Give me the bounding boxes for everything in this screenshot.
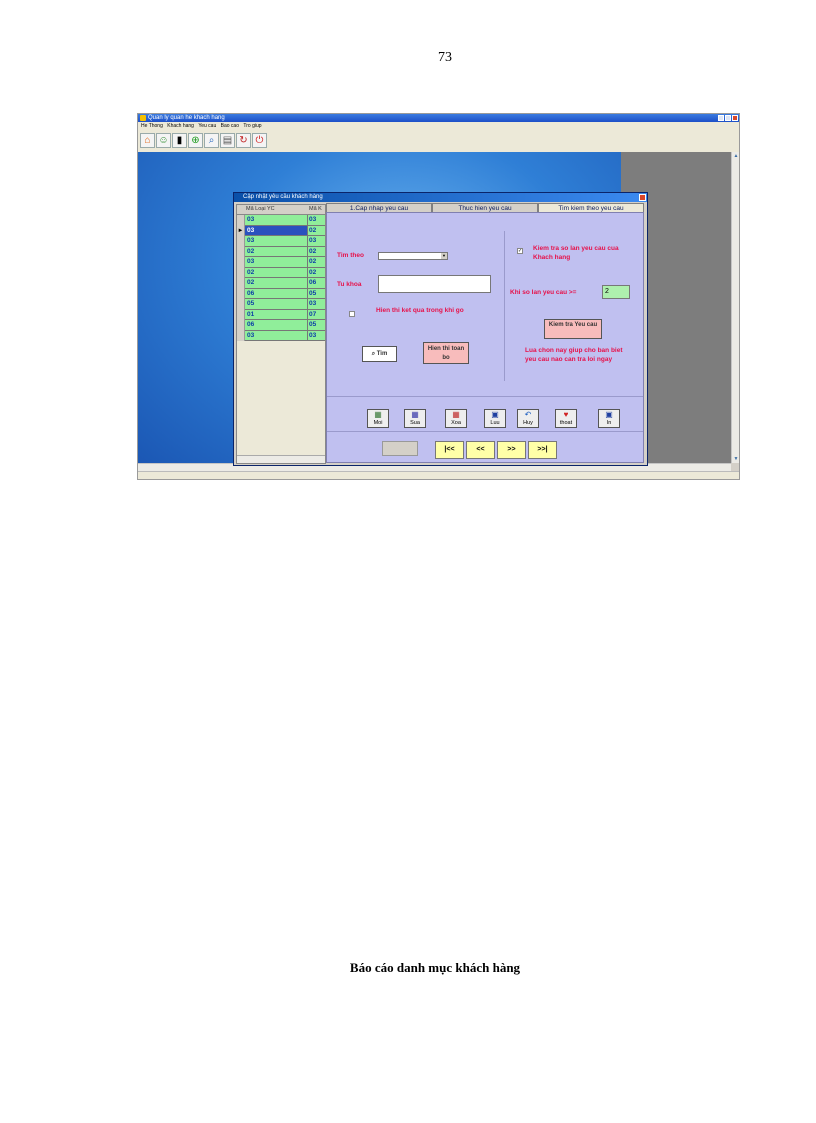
app-title: Quan ly quan he khach hang (148, 115, 225, 121)
menu-yeu-cau[interactable]: Yeu cau (198, 123, 216, 129)
home-icon[interactable]: ⌂ (140, 133, 155, 148)
delete-button[interactable]: ▦ Xoa (445, 409, 467, 428)
menu-bar: He Thong Khach hang Yeu cau Bao cao Tro … (138, 122, 739, 130)
scroll-up-icon[interactable]: ▲ (733, 153, 739, 159)
times-label: Khi so lan yeu cau >= (510, 289, 577, 296)
app-screenshot: Quan ly quan he khach hang He Thong Khac… (137, 113, 740, 480)
edit-button[interactable]: ▦ Sua (404, 409, 426, 428)
check-count-label: Kiem tra so lan yeu cau cua Khach hang (533, 245, 619, 261)
menu-tro-giup[interactable]: Tro giup (243, 123, 261, 129)
panel-divider-vertical (504, 231, 505, 381)
panel-divider-bottom (327, 431, 643, 432)
find-button[interactable]: ⌕ Tim (362, 346, 397, 362)
new-button[interactable]: ▦ Moi (367, 409, 389, 428)
check-request-button[interactable]: Kiem tra Yeu cau (544, 319, 602, 339)
new-icon: ▦ (374, 410, 382, 419)
table-row[interactable]: 03 03 (237, 215, 325, 226)
cancel-button[interactable]: ↶ Huy (517, 409, 539, 428)
hint-text: Lua chon nay giup cho ban biet yeu cau n… (525, 347, 623, 363)
table-row[interactable]: ► 03 02 (237, 225, 325, 236)
chevron-down-icon[interactable]: ▼ (441, 253, 447, 259)
dialog-title-bar: Cập nhật yêu cầu khách hàng (234, 193, 647, 202)
exit-button[interactable]: ♥ thoat (555, 409, 577, 428)
add-icon[interactable]: ⊕ (188, 133, 203, 148)
exit-icon: ♥ (563, 410, 569, 419)
dialog-title: Cập nhật yêu cầu khách hàng (243, 194, 323, 200)
power-icon[interactable]: ⏻ (252, 133, 267, 148)
request-grid[interactable]: Mã Loại YC Mã K 03 03 ► 03 02 03 03 02 02 03 0… (236, 204, 326, 464)
page-number: 73 (438, 50, 452, 65)
show-result-label: Hien thi ket qua trong khi go (376, 307, 464, 314)
save-icon: ▣ (491, 410, 499, 419)
scroll-down-icon[interactable]: ▼ (733, 456, 739, 462)
table-row[interactable]: 03 03 (237, 330, 325, 341)
grid-header: Mã Loại YC Mã K (237, 205, 325, 215)
check-count-checkbox[interactable]: ✓ (517, 248, 523, 254)
keyword-input[interactable] (378, 275, 491, 293)
search-icon[interactable]: ⌕ (204, 133, 219, 148)
tab-strip: 1.Cap nhap yeu cau Thuc hien yeu cau Tim… (326, 203, 644, 212)
menu-he-thong[interactable]: He Thong (141, 123, 163, 129)
toolbar: ⌂ ☺ ▮ ⊕ ⌕ ▤ ↻ ⏻ (138, 130, 739, 153)
nav-prev-button[interactable]: << (466, 441, 495, 459)
nav-next-button[interactable]: >> (497, 441, 526, 459)
nav-first-button[interactable]: |<< (435, 441, 464, 459)
find-by-label: Tim theo (337, 252, 364, 259)
table-row[interactable]: 02 02 (237, 246, 325, 257)
print-button[interactable]: ▣ In (598, 409, 620, 428)
edit-icon: ▦ (411, 410, 419, 419)
print-icon[interactable]: ▤ (220, 133, 235, 148)
keyword-label: Tu khoa (337, 281, 362, 288)
tab-tim-kiem-theo-yeu-cau[interactable]: Tim kiem theo yeu cau (538, 203, 644, 212)
close-icon[interactable] (732, 115, 738, 121)
record-indicator (382, 441, 418, 456)
tab-cap-nhap-yeu-cau[interactable]: 1.Cap nhap yeu cau (326, 203, 432, 212)
panel-divider-horizontal (327, 396, 643, 397)
times-input[interactable]: 2 (602, 285, 630, 299)
table-row[interactable]: 02 02 (237, 267, 325, 278)
menu-bao-cao[interactable]: Bao cao (221, 123, 239, 129)
search-panel: Tim theo ▼ Tu khoa Hien thi ket qua tron… (326, 212, 644, 463)
grid-header-ma-k[interactable]: Mã K (309, 205, 322, 214)
table-row[interactable]: 05 03 (237, 299, 325, 310)
table-row[interactable]: 03 02 (237, 257, 325, 268)
refresh-icon[interactable]: ↻ (236, 133, 251, 148)
request-dialog: Cập nhật yêu cầu khách hàng Mã Loại YC M… (233, 192, 648, 466)
table-row[interactable]: 02 06 (237, 278, 325, 289)
row-pointer-icon: ► (237, 225, 245, 236)
people-icon[interactable]: ☺ (156, 133, 171, 148)
app-title-bar: Quan ly quan he khach hang (138, 114, 739, 122)
table-row[interactable]: 01 07 (237, 309, 325, 320)
table-row[interactable]: 06 05 (237, 288, 325, 299)
show-result-checkbox[interactable] (349, 311, 355, 317)
status-bar (138, 471, 739, 479)
maximize-icon[interactable] (725, 115, 731, 121)
chart-icon[interactable]: ▮ (172, 133, 187, 148)
grid-header-ma-loai-yc[interactable]: Mã Loại YC (246, 205, 275, 214)
nav-last-button[interactable]: >>| (528, 441, 557, 459)
menu-khach-hang[interactable]: Khach hang (167, 123, 194, 129)
tab-thuc-hien-yeu-cau[interactable]: Thuc hien yeu cau (432, 203, 538, 212)
printer-icon: ▣ (605, 410, 613, 419)
app-icon (140, 115, 146, 121)
minimize-icon[interactable] (718, 115, 724, 121)
grid-horizontal-scrollbar[interactable] (237, 455, 325, 463)
table-row[interactable]: 06 05 (237, 320, 325, 331)
vertical-scrollbar[interactable]: ▲ ▼ (731, 152, 739, 463)
show-all-button[interactable]: Hien thi toan bo (423, 342, 469, 364)
save-button[interactable]: ▣ Luu (484, 409, 506, 428)
dialog-close-icon[interactable] (639, 194, 646, 201)
undo-icon: ↶ (524, 410, 532, 419)
figure-caption: Báo cáo danh mục khách hàng (349, 960, 521, 975)
delete-icon: ▦ (452, 410, 460, 419)
table-row[interactable]: 03 03 (237, 236, 325, 247)
find-by-combo[interactable]: ▼ (378, 252, 448, 260)
